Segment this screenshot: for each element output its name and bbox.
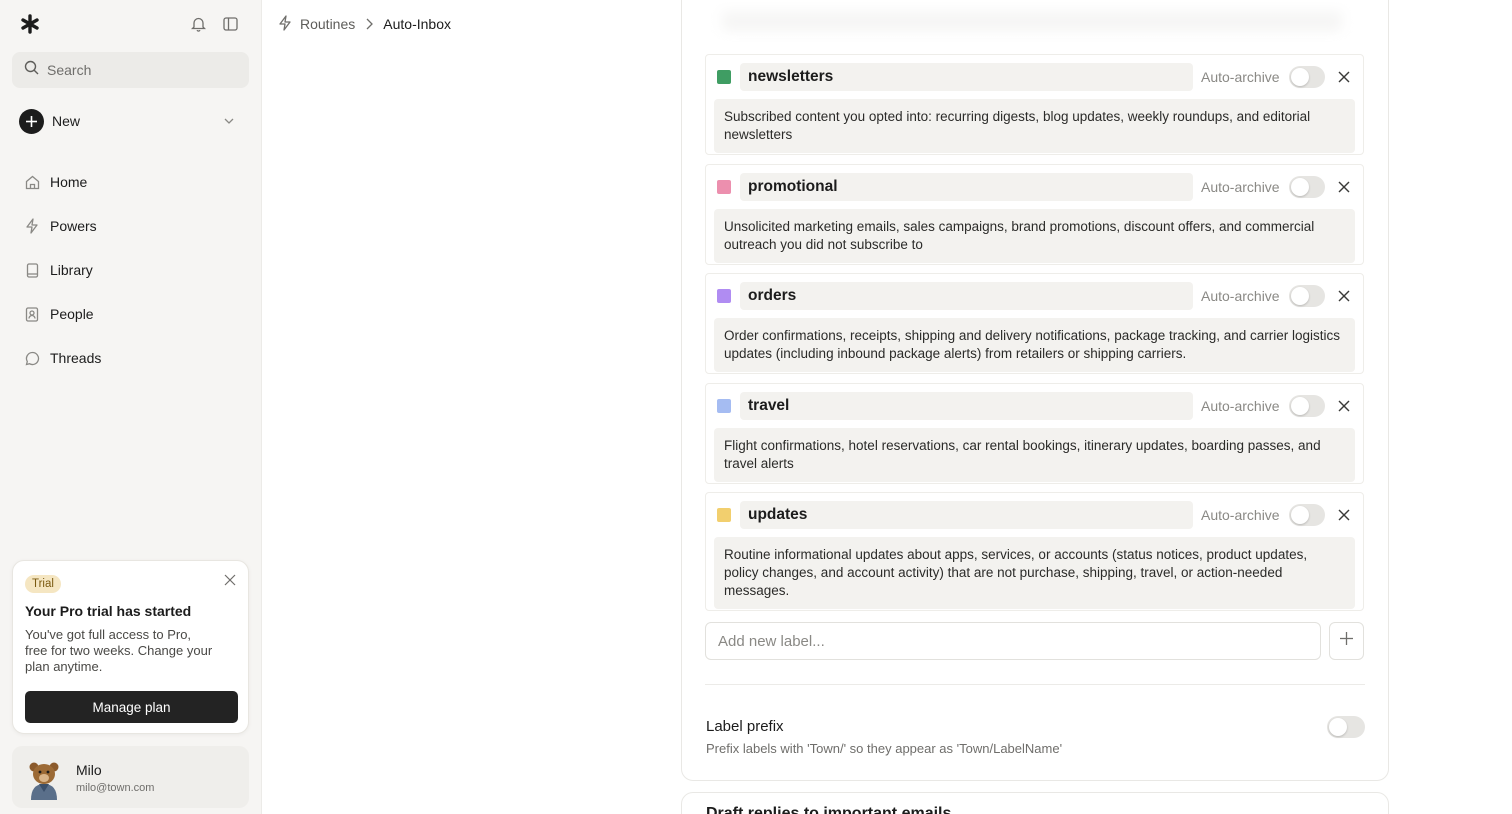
- user-name: Milo: [76, 762, 102, 778]
- plus-icon: [19, 108, 44, 134]
- label-card-newsletters: newsletters Auto-archive Subscribed cont…: [705, 54, 1364, 155]
- label-color-swatch[interactable]: [717, 399, 731, 413]
- sidebar-item-label: Home: [50, 174, 88, 190]
- trial-title: Your Pro trial has started: [25, 603, 192, 619]
- sidebar-nav: Home Powers Library People Threads: [24, 160, 244, 380]
- new-button-label: New: [52, 113, 81, 129]
- auto-archive-toggle[interactable]: [1289, 285, 1325, 307]
- label-card-orders: orders Auto-archive Order confirmations,…: [705, 273, 1364, 374]
- chevron-down-icon[interactable]: [223, 114, 235, 132]
- chat-icon: [24, 350, 40, 366]
- label-color-swatch[interactable]: [717, 508, 731, 522]
- sidebar-item-threads[interactable]: Threads: [24, 336, 244, 380]
- label-prefix-description: Prefix labels with 'Town/' so they appea…: [706, 741, 1063, 756]
- search-placeholder: Search: [47, 62, 92, 78]
- breadcrumb-current: Auto-Inbox: [383, 16, 451, 32]
- label-description[interactable]: Flight confirmations, hotel reservations…: [714, 428, 1355, 482]
- trial-badge: Trial: [25, 575, 61, 593]
- label-color-swatch[interactable]: [717, 289, 731, 303]
- close-icon[interactable]: [224, 573, 236, 586]
- sidebar-item-library[interactable]: Library: [24, 248, 244, 292]
- home-icon: [24, 174, 40, 190]
- draft-replies-panel: Draft replies to important emails: [681, 792, 1389, 814]
- label-name-input[interactable]: travel: [740, 392, 1193, 420]
- auto-archive-toggle[interactable]: [1289, 66, 1325, 88]
- label-color-swatch[interactable]: [717, 180, 731, 194]
- auto-archive-label: Auto-archive: [1201, 179, 1280, 195]
- label-description[interactable]: Subscribed content you opted into: recur…: [714, 99, 1355, 153]
- sidebar-item-home[interactable]: Home: [24, 160, 244, 204]
- user-profile[interactable]: Milo milo@town.com: [12, 746, 249, 808]
- add-label-input[interactable]: Add new label...: [705, 622, 1321, 660]
- toggle-knob: [1291, 397, 1309, 415]
- label-card-travel: travel Auto-archive Flight confirmations…: [705, 383, 1364, 484]
- trial-card: Trial Your Pro trial has started You've …: [12, 560, 249, 734]
- close-icon[interactable]: [1338, 70, 1350, 83]
- label-name-input[interactable]: newsletters: [740, 63, 1193, 91]
- auto-archive-toggle[interactable]: [1289, 176, 1325, 198]
- section-divider: [705, 684, 1365, 685]
- breadcrumb-parent[interactable]: Routines: [300, 16, 355, 32]
- add-label-button[interactable]: [1329, 622, 1364, 660]
- app-logo-icon[interactable]: [20, 14, 40, 34]
- sidebar-item-label: Threads: [50, 350, 102, 366]
- label-prefix-title: Label prefix: [706, 718, 784, 735]
- auto-archive-label: Auto-archive: [1201, 69, 1280, 85]
- search-icon: [24, 60, 39, 80]
- scroll-fade: [706, 0, 1366, 46]
- sidebar-item-label: People: [50, 306, 94, 322]
- label-prefix-toggle[interactable]: [1327, 716, 1365, 738]
- toggle-knob: [1291, 287, 1309, 305]
- section-title: Draft replies to important emails: [706, 805, 952, 814]
- book-icon: [24, 262, 40, 278]
- breadcrumb: Routines Auto-Inbox: [278, 14, 451, 34]
- sidebar-item-label: Powers: [50, 218, 97, 234]
- bolt-icon: [24, 218, 40, 234]
- label-name-input[interactable]: orders: [740, 282, 1193, 310]
- toggle-knob: [1291, 68, 1309, 86]
- auto-archive-label: Auto-archive: [1201, 398, 1280, 414]
- close-icon[interactable]: [1338, 289, 1350, 302]
- auto-archive-label: Auto-archive: [1201, 507, 1280, 523]
- auto-archive-toggle[interactable]: [1289, 395, 1325, 417]
- sidebar-item-powers[interactable]: Powers: [24, 204, 244, 248]
- manage-plan-button[interactable]: Manage plan: [25, 691, 238, 723]
- label-description[interactable]: Order confirmations, receipts, shipping …: [714, 318, 1355, 372]
- sidebar-item-people[interactable]: People: [24, 292, 244, 336]
- toggle-knob: [1329, 718, 1347, 736]
- auto-archive-label: Auto-archive: [1201, 288, 1280, 304]
- avatar: [26, 758, 62, 800]
- plus-icon: [1340, 632, 1353, 650]
- search-input[interactable]: Search: [12, 52, 249, 88]
- label-description[interactable]: Unsolicited marketing emails, sales camp…: [714, 209, 1355, 263]
- label-name-input[interactable]: promotional: [740, 173, 1193, 201]
- sidebar-toggle-icon[interactable]: [222, 14, 238, 34]
- close-icon[interactable]: [1338, 508, 1350, 521]
- trial-body: You've got full access to Pro, free for …: [25, 627, 213, 674]
- label-color-swatch[interactable]: [717, 70, 731, 84]
- chevron-right-icon: [365, 18, 374, 30]
- new-button[interactable]: New: [19, 108, 241, 134]
- label-description[interactable]: Routine informational updates about apps…: [714, 537, 1355, 609]
- close-icon[interactable]: [1338, 180, 1350, 193]
- toggle-knob: [1291, 506, 1309, 524]
- close-icon[interactable]: [1338, 399, 1350, 412]
- contact-icon: [24, 306, 40, 322]
- label-card-updates: updates Auto-archive Routine information…: [705, 492, 1364, 611]
- label-card-promotional: promotional Auto-archive Unsolicited mar…: [705, 164, 1364, 265]
- toggle-knob: [1291, 178, 1309, 196]
- sidebar-item-label: Library: [50, 262, 93, 278]
- bolt-icon: [278, 14, 292, 34]
- bell-icon[interactable]: [190, 14, 206, 34]
- sidebar: Search New Home Powers Library People Th…: [0, 0, 262, 814]
- auto-archive-toggle[interactable]: [1289, 504, 1325, 526]
- sidebar-top-bar: [20, 14, 242, 34]
- label-name-input[interactable]: updates: [740, 501, 1193, 529]
- user-email: milo@town.com: [76, 782, 155, 794]
